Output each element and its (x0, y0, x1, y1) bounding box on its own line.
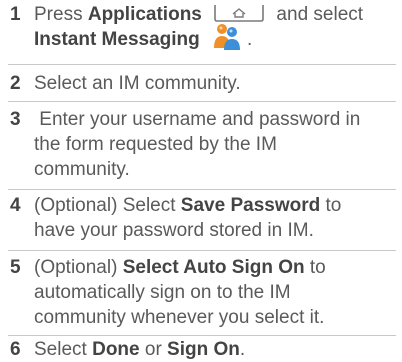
applications-key-icon (213, 3, 265, 23)
step-text: (Optional) Select Auto Sign On to automa… (34, 257, 326, 328)
divider (8, 335, 396, 336)
step-text: (Optional) Select Save Password to have … (34, 195, 342, 241)
step-number: 2 (10, 73, 21, 94)
divider (8, 101, 396, 102)
step-text: Select Done or Sign On. (34, 339, 246, 360)
auto-sign-on-label: Select Auto Sign On (122, 257, 305, 278)
step-4: 4 (Optional) Select Save Password to hav… (0, 193, 402, 243)
step-5: 5 (Optional) Select Auto Sign On to auto… (0, 255, 402, 330)
step-number: 6 (10, 339, 21, 360)
instant-messaging-label: Instant Messaging (34, 29, 200, 50)
divider (8, 64, 396, 65)
step-number: 1 (10, 4, 21, 25)
divider (8, 250, 396, 251)
step-2: 2 Select an IM community. (0, 71, 402, 96)
step-6: 6 Select Done or Sign On. (0, 337, 402, 362)
divider (8, 189, 396, 190)
step-text: Select an IM community. (34, 73, 241, 94)
step-3: 3 Enter your username and password in th… (0, 107, 402, 182)
step-text: Press Applications and select Instant Me… (34, 3, 364, 51)
instant-messaging-icon (211, 21, 243, 51)
applications-label: Applications (87, 4, 202, 25)
step-number: 3 (10, 109, 21, 130)
save-password-label: Save Password (180, 195, 321, 216)
step-number: 5 (10, 257, 21, 278)
step-number: 4 (10, 195, 21, 216)
step-text: Enter your username and password in the … (34, 109, 361, 180)
step-1: 1 Press Applications and select Instant … (0, 2, 402, 58)
